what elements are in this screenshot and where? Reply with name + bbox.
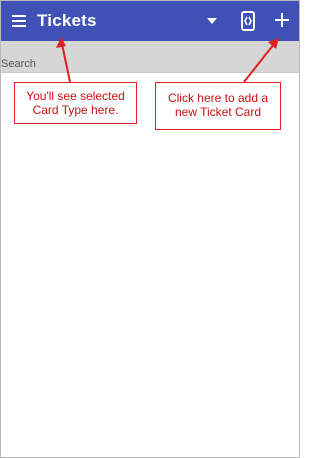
annotation-text: Click here to add a — [167, 91, 269, 105]
card-type-switch-icon[interactable] — [241, 11, 255, 31]
annotation-card-type: You'll see selected Card Type here. — [14, 82, 137, 124]
page-title[interactable]: Tickets — [37, 11, 97, 31]
search-bar[interactable]: Search — [1, 41, 299, 73]
annotation-add-card: Click here to add a new Ticket Card — [155, 82, 281, 130]
dropdown-arrow-icon[interactable] — [206, 16, 218, 26]
hamburger-menu-icon[interactable] — [12, 14, 26, 28]
annotation-text: new Ticket Card — [174, 105, 262, 119]
app-bar: Tickets — [1, 1, 299, 41]
annotation-text: You'll see selected — [26, 89, 125, 103]
annotation-text: Card Type here. — [32, 103, 119, 117]
search-input[interactable]: Search — [1, 58, 36, 71]
plus-icon[interactable] — [274, 12, 290, 28]
